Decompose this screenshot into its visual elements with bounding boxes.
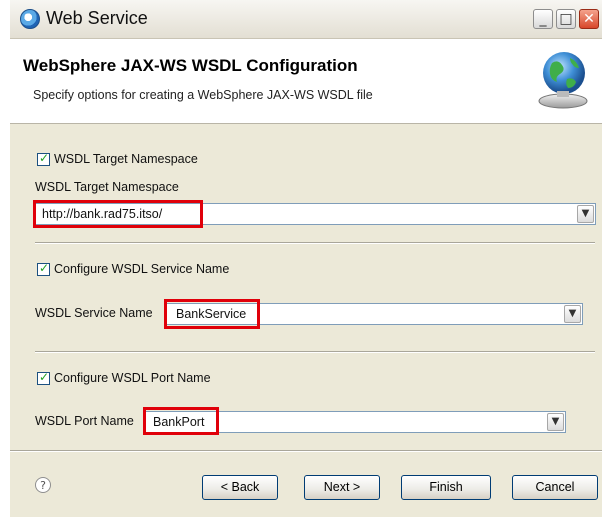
namespace-dropdown-button[interactable]: ▼: [577, 205, 594, 223]
finish-button[interactable]: Finish: [401, 475, 491, 500]
namespace-field-label: WSDL Target Namespace: [35, 180, 179, 194]
help-icon[interactable]: ?: [35, 477, 51, 493]
namespace-highlight-box: [33, 200, 203, 228]
globe-bell-icon: [538, 52, 588, 109]
wizard-page-description: Specify options for creating a WebSphere…: [33, 88, 373, 102]
close-icon: ✕: [583, 11, 595, 27]
checkmark-icon: ✓: [39, 370, 50, 384]
cancel-button[interactable]: Cancel: [512, 475, 598, 500]
maximize-icon: □: [559, 11, 573, 27]
window-title: Web Service: [46, 8, 148, 28]
minimize-icon: _: [539, 11, 547, 27]
title-bar[interactable]: Web Service _ □ ✕: [10, 0, 602, 39]
close-button[interactable]: ✕: [579, 9, 599, 29]
dropdown-arrow-icon: ▼: [551, 416, 560, 427]
service-name-dropdown-button[interactable]: ▼: [564, 305, 581, 323]
dropdown-arrow-icon: ▼: [568, 308, 577, 319]
next-button[interactable]: Next >: [304, 475, 380, 500]
port-name-checkbox-label: Configure WSDL Port Name: [54, 371, 211, 385]
back-button[interactable]: < Back: [202, 475, 278, 500]
web-service-dialog: Web Service _ □ ✕ WebSphere JAX-WS WSDL …: [10, 0, 602, 517]
checkmark-icon: ✓: [39, 261, 50, 275]
service-name-checkbox[interactable]: ✓: [37, 261, 50, 276]
separator: [35, 242, 595, 244]
port-name-highlight-box: [143, 407, 219, 435]
namespace-checkbox[interactable]: ✓: [37, 151, 50, 166]
checkmark-icon: ✓: [39, 151, 50, 165]
web-service-icon: [20, 9, 40, 29]
footer-separator: [10, 450, 602, 452]
service-name-highlight-box: [164, 299, 260, 329]
port-name-dropdown-button[interactable]: ▼: [547, 413, 564, 431]
separator: [35, 351, 595, 353]
port-name-checkbox[interactable]: ✓: [37, 370, 50, 385]
service-name-field-label: WSDL Service Name: [35, 306, 153, 320]
wizard-page-title: WebSphere JAX-WS WSDL Configuration: [23, 56, 358, 75]
maximize-button[interactable]: □: [556, 9, 576, 29]
port-name-field-label: WSDL Port Name: [35, 414, 134, 428]
wizard-banner: WebSphere JAX-WS WSDL Configuration Spec…: [10, 39, 602, 124]
namespace-checkbox-label: WSDL Target Namespace: [54, 152, 198, 166]
service-name-checkbox-label: Configure WSDL Service Name: [54, 262, 230, 276]
minimize-button[interactable]: _: [533, 9, 553, 29]
dropdown-arrow-icon: ▼: [581, 208, 590, 219]
